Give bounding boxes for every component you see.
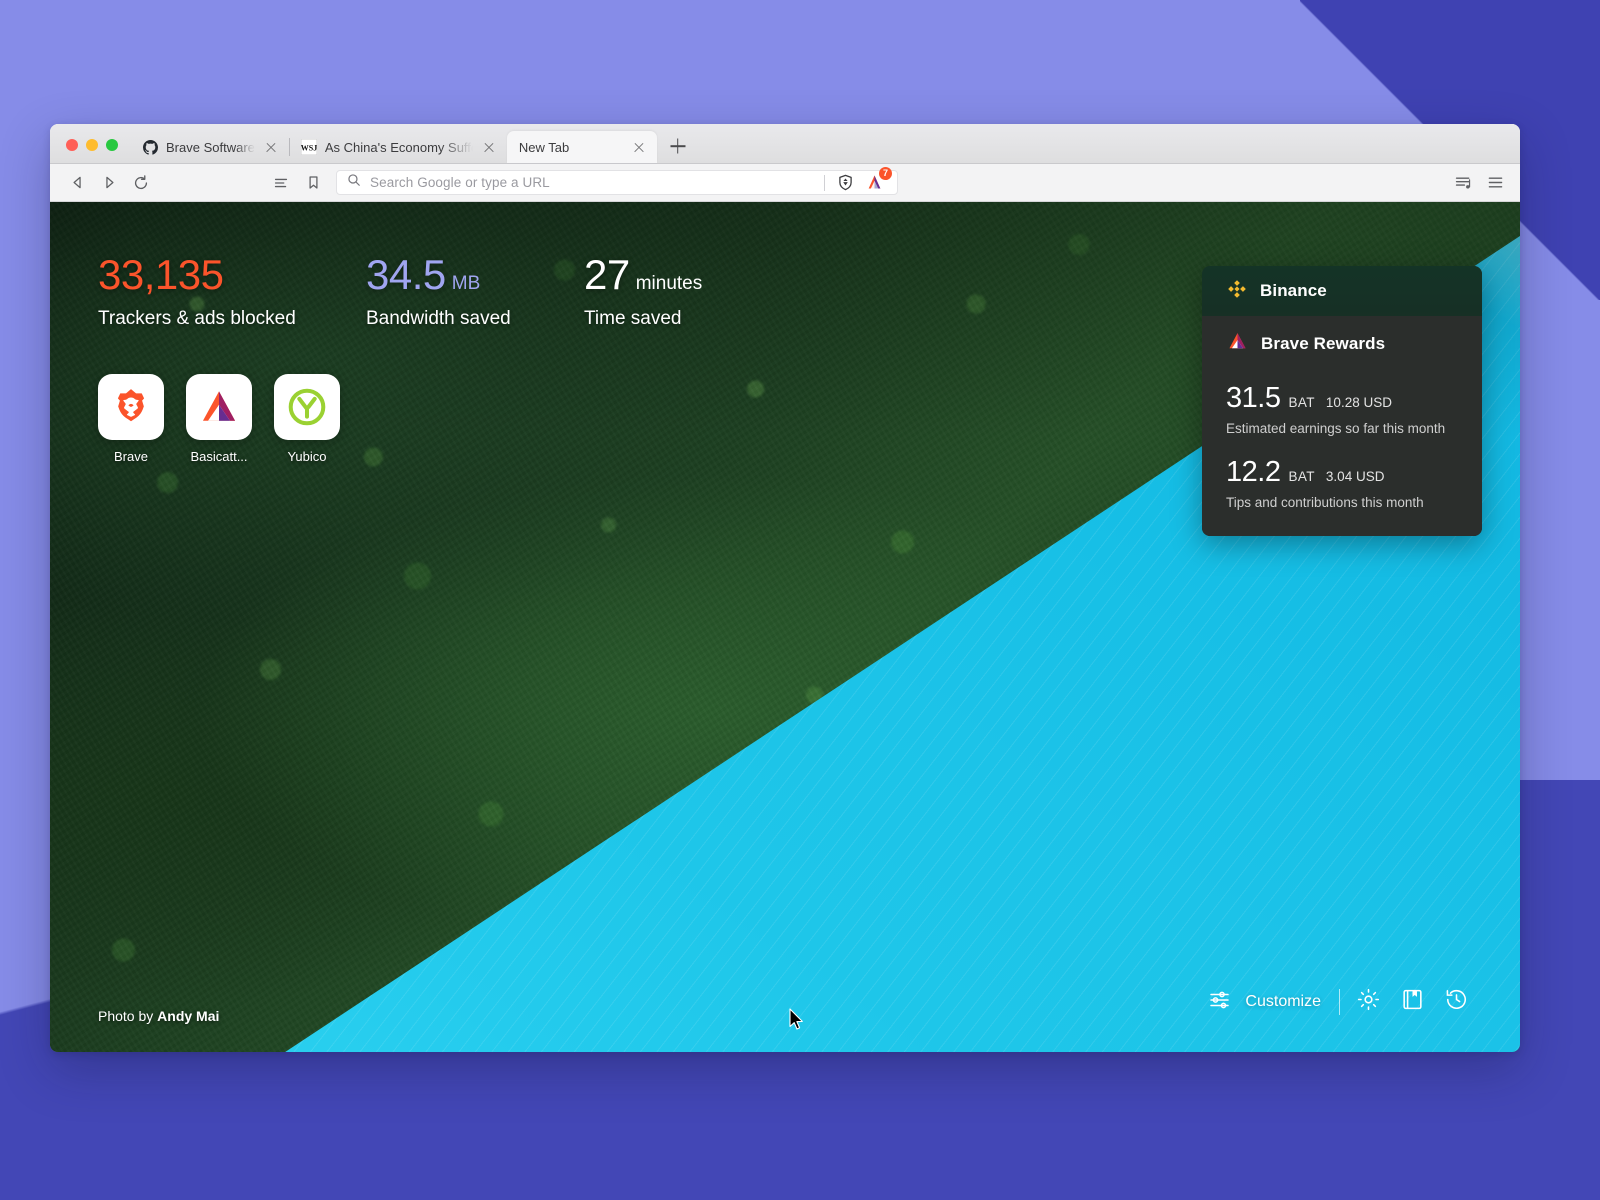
top-site-brave[interactable]: Brave [98,374,164,464]
omnibox-placeholder: Search Google or type a URL [370,175,550,190]
reward-entry-earnings: 31.5 BAT 10.28 USD Estimated earnings so… [1226,382,1458,437]
tab-title: Brave Software [166,139,255,155]
binance-icon [1226,278,1248,305]
top-site-label: Basicatt... [190,449,248,464]
brave-lion-icon [98,374,164,440]
close-window-button[interactable] [66,139,78,151]
stat-unit: MB [451,273,481,294]
reward-token: BAT [1288,395,1315,410]
bookmarks-button[interactable] [1390,982,1434,1022]
bookmark-icon[interactable] [298,168,328,198]
tab-brave-software[interactable]: Brave Software [130,131,289,163]
back-button[interactable] [62,168,92,198]
tab-strip: Brave Software WSJ As China's Economy Su… [50,124,1520,164]
stat-time-saved: 27 minutes Time saved [584,254,702,330]
brave-rewards-icon[interactable]: 7 [861,166,892,195]
stat-unit: minutes [635,273,703,294]
browser-toolbar: Search Google or type a URL 7 [50,164,1520,202]
github-icon [142,139,158,155]
window-controls [50,139,130,163]
rewards-header: Brave Rewards [1226,330,1458,358]
yubico-y-icon [274,374,340,440]
bottom-bar-divider [1339,989,1340,1015]
brave-rewards-widget: Binance Brave Rewards 31.5 BAT 10.28 USD… [1202,266,1482,536]
reward-token: BAT [1288,469,1315,484]
maximize-window-button[interactable] [106,139,118,151]
reload-button[interactable] [126,168,156,198]
svg-text:WSJ: WSJ [301,144,317,153]
widget-tab-binance[interactable]: Binance [1202,266,1482,316]
top-site-basicattention[interactable]: Basicatt... [186,374,252,464]
newtab-bottom-bar: Customize [1208,982,1478,1022]
hamburger-menu-icon[interactable] [1480,168,1510,198]
tab-title: As China's Economy Suffers, Xi Fa [324,139,473,155]
stat-trackers-blocked: 33,135 Trackers & ads blocked [98,254,366,330]
reading-list-icon[interactable] [266,168,296,198]
top-site-label: Brave [114,449,148,464]
stat-value: 34.5 [366,251,446,298]
top-site-yubico[interactable]: Yubico [274,374,340,464]
browser-window: Brave Software WSJ As China's Economy Su… [50,124,1520,1052]
wsj-icon: WSJ [300,139,317,155]
sliders-icon [1208,988,1232,1017]
close-tab-icon[interactable] [481,139,497,155]
tab-wsj-article[interactable]: WSJ As China's Economy Suffers, Xi Fa [288,131,507,163]
bat-triangle-icon [1226,330,1249,358]
new-tab-page: 33,135 Trackers & ads blocked 34.5 MB Ba… [50,202,1520,1052]
omnibox[interactable]: Search Google or type a URL 7 [336,166,898,195]
close-tab-icon[interactable] [631,139,647,155]
gear-icon [1356,987,1381,1017]
privacy-stats: 33,135 Trackers & ads blocked 34.5 MB Ba… [98,254,702,330]
omnibox-actions: 7 [824,166,892,195]
close-tab-icon[interactable] [263,139,279,155]
bat-triangle-icon [186,374,252,440]
tab-new-tab[interactable]: New Tab [506,131,657,163]
reward-entry-tips: 12.2 BAT 3.04 USD Tips and contributions… [1226,456,1458,511]
reward-usd: 10.28 USD [1325,395,1392,410]
stat-value: 33,135 [98,251,224,298]
top-site-label: Yubico [287,449,327,464]
rewards-title: Brave Rewards [1261,334,1386,353]
settings-button[interactable] [1346,982,1390,1022]
widget-tab-label: Binance [1260,281,1327,300]
stat-label: Trackers & ads blocked [98,308,296,329]
rewards-body: Brave Rewards 31.5 BAT 10.28 USD Estimat… [1202,316,1482,536]
reward-description: Tips and contributions this month [1226,495,1424,510]
stat-label: Bandwidth saved [366,308,511,329]
new-tab-button[interactable] [663,131,693,161]
rewards-badge: 7 [879,166,892,180]
tab-title: New Tab [518,139,570,155]
history-clock-icon [1444,987,1469,1017]
omnibox-divider [824,174,825,191]
reward-amount: 31.5 [1226,382,1281,414]
brave-shield-icon[interactable] [833,171,857,195]
photo-credit-author: Andy Mai [157,1008,220,1024]
bookmarks-book-icon [1400,987,1425,1017]
customize-label: Customize [1245,993,1321,1010]
reward-amount: 12.2 [1226,456,1281,488]
media-playlist-icon[interactable] [1448,168,1478,198]
forward-button[interactable] [94,168,124,198]
photo-credit: Photo by Andy Mai [98,1008,219,1024]
stat-bandwidth-saved: 34.5 MB Bandwidth saved [366,254,584,330]
reward-description: Estimated earnings so far this month [1226,421,1446,436]
photo-credit-prefix: Photo by [98,1008,158,1024]
reward-usd: 3.04 USD [1325,469,1385,484]
minimize-window-button[interactable] [86,139,98,151]
top-sites: Brave Basicatt... Yubico [98,374,340,464]
search-icon [347,173,361,192]
stat-value: 27 [584,251,630,298]
customize-button[interactable]: Customize [1208,988,1339,1017]
new-tab-content: 33,135 Trackers & ads blocked 34.5 MB Ba… [50,202,1520,1052]
stat-label: Time saved [584,308,682,329]
history-button[interactable] [1434,982,1478,1022]
